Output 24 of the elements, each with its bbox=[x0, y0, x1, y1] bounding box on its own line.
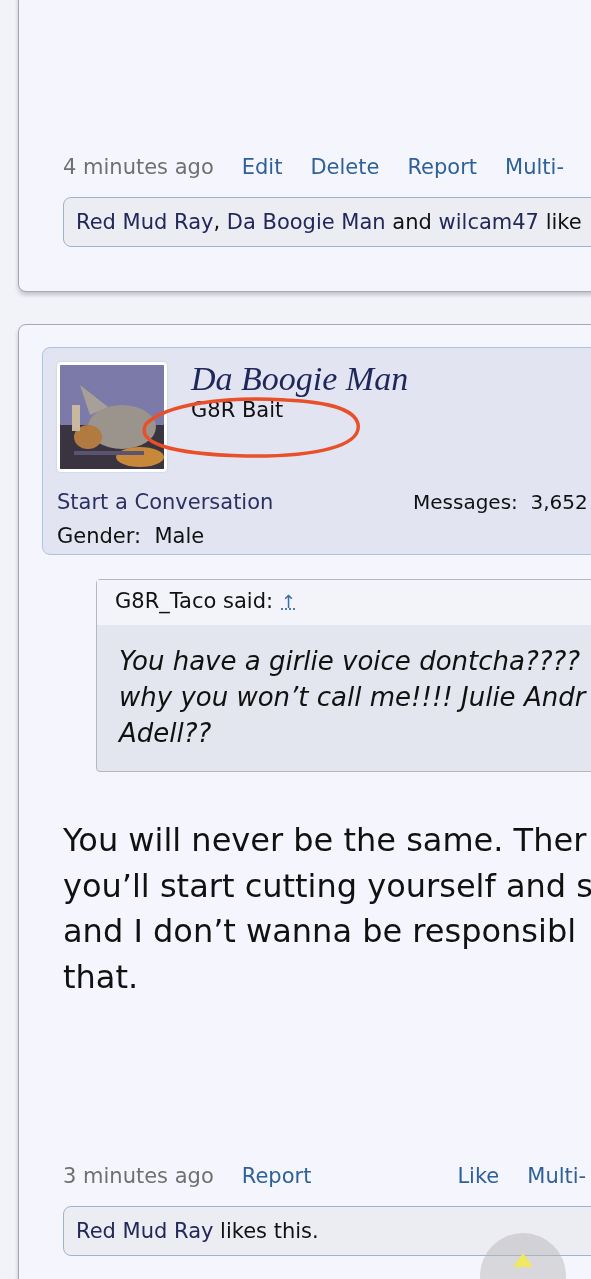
user-link[interactable]: Red Mud Ray bbox=[76, 210, 214, 234]
quote-author: G8R_Taco said: bbox=[115, 589, 274, 613]
user-link[interactable]: Da Boogie Man bbox=[226, 210, 386, 234]
post-action-link[interactable]: Report bbox=[407, 155, 478, 179]
likes-text: Red Mud Ray likes this. bbox=[76, 1219, 320, 1243]
post-action-link[interactable]: Report bbox=[241, 1164, 312, 1188]
likes-text: Red Mud Ray, Da Boogie Man and wilcam47 like bbox=[76, 210, 583, 234]
jump-to-quote-link[interactable]: ↑ bbox=[281, 591, 297, 612]
gender-field: Gender: Male bbox=[57, 524, 205, 548]
post-action-link[interactable]: Multi- bbox=[527, 1164, 587, 1188]
quote-text: You have a girlie voice dontcha???? why you won’t call me!!!! Julie Andr Adell?? bbox=[119, 645, 588, 750]
post-time: 4 minutes ago bbox=[63, 155, 214, 179]
post-action-link[interactable]: Multi- bbox=[505, 155, 564, 179]
post-time: 3 minutes ago bbox=[63, 1164, 214, 1188]
post-action-link[interactable]: Like bbox=[457, 1164, 500, 1188]
arrow-up-icon bbox=[513, 1253, 533, 1267]
start-conversation-link[interactable]: Start a Conversation bbox=[57, 490, 413, 514]
post-action-link[interactable]: Edit bbox=[241, 155, 283, 179]
user-link[interactable]: Red Mud Ray bbox=[76, 1219, 214, 1243]
messages-count: Messages: 3,652 bbox=[413, 490, 588, 514]
post-action-link[interactable]: Delete bbox=[310, 155, 380, 179]
post-text: You will never be the same. Ther you’ll start cutting yourself and s and I don’t wanna be responsibl that. bbox=[63, 820, 591, 998]
username[interactable]: Da Boogie Man bbox=[191, 362, 409, 396]
user-link[interactable]: wilcam47 bbox=[438, 210, 539, 234]
